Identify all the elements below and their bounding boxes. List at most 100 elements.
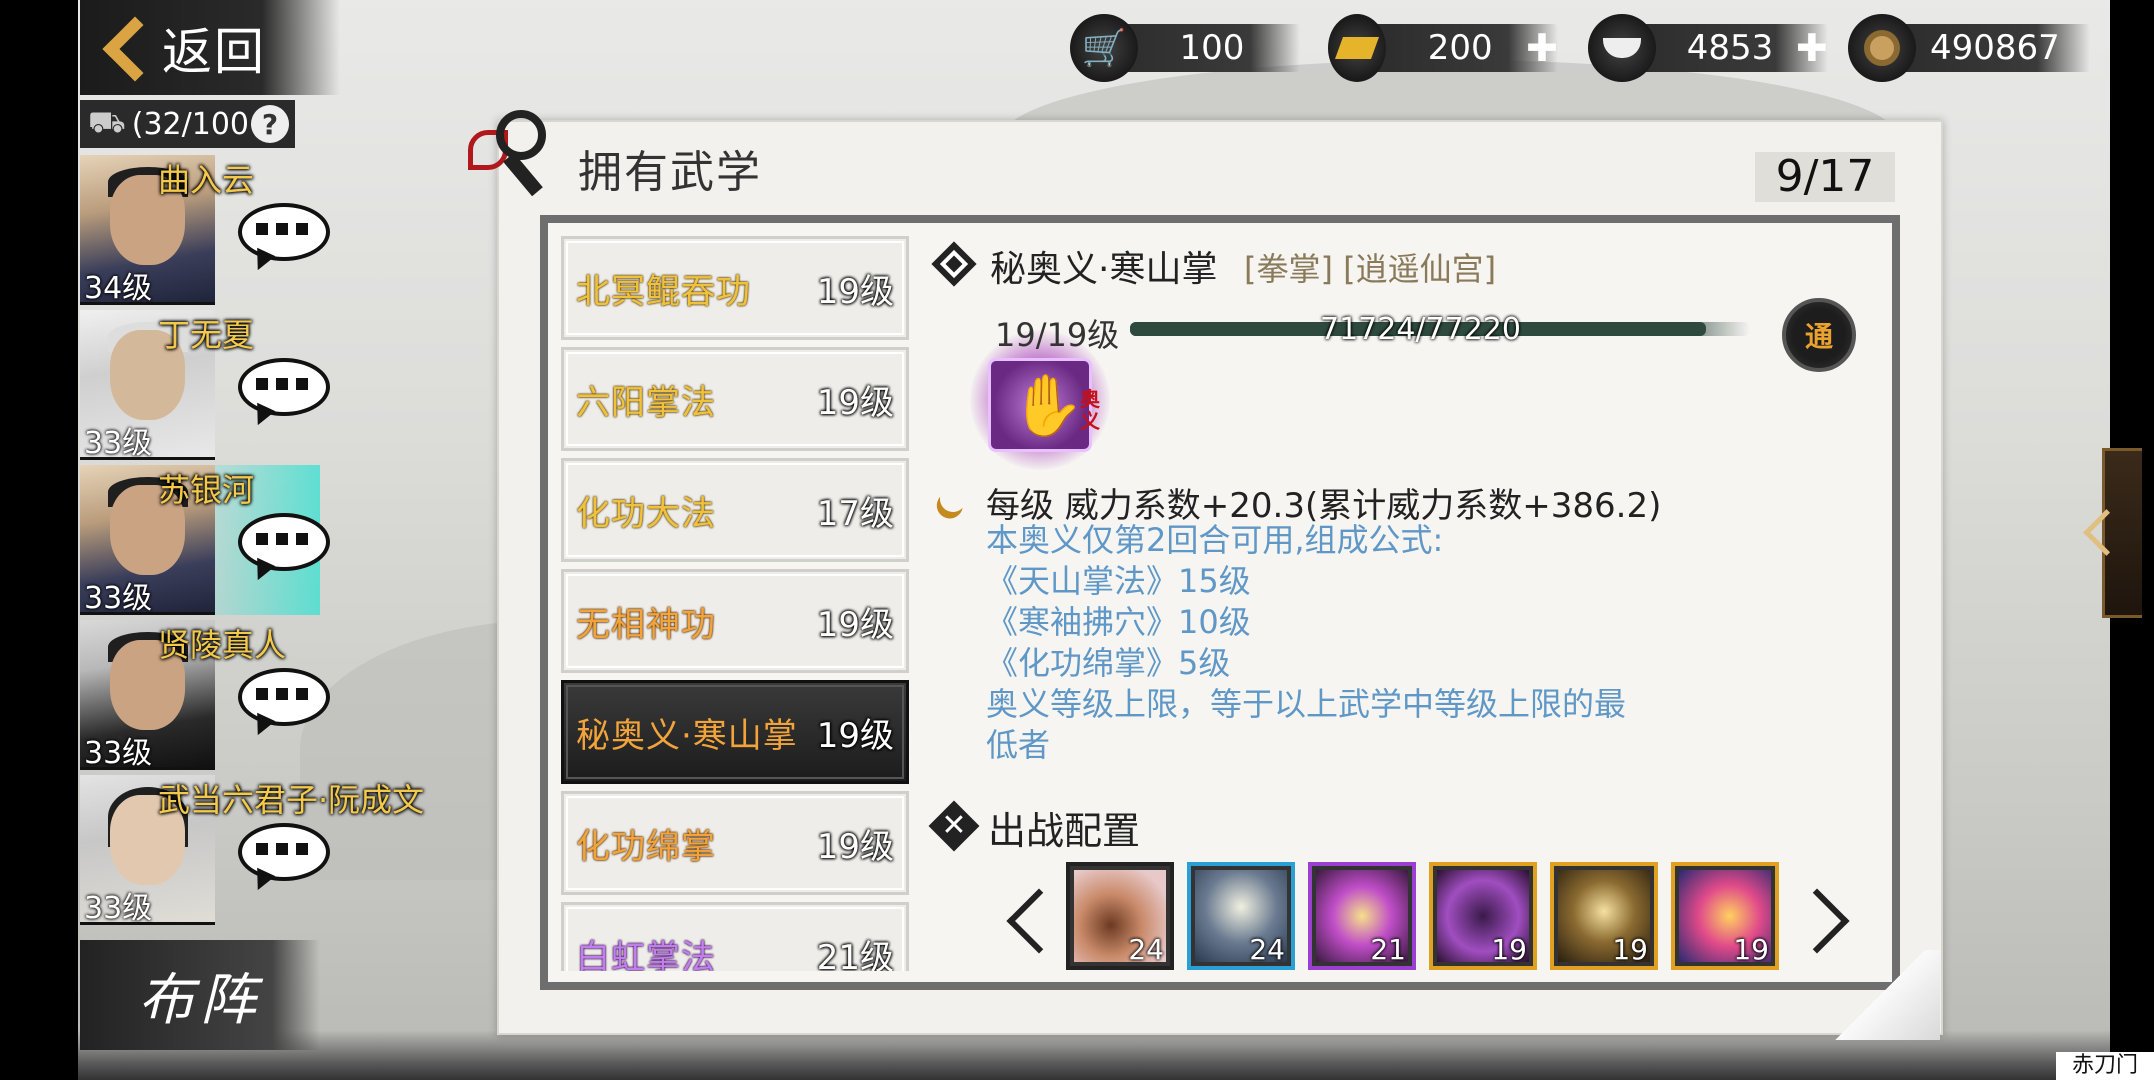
loadout-slot[interactable]: 24 <box>1066 862 1174 970</box>
skill-level: 19级 <box>816 715 894 756</box>
skill-list-item[interactable]: 北冥鲲吞功 19级 <box>561 236 909 340</box>
skill-level: 21级 <box>816 937 894 972</box>
skill-name: 北冥鲲吞功 <box>576 271 751 312</box>
loadout-slot[interactable]: 19 <box>1429 862 1537 970</box>
desc-line: 本奥义仅第2回合可用,组成公式: <box>986 521 1444 559</box>
desc-line: 《化功绵掌》5级 <box>986 644 1231 682</box>
cart-icon: 🛒 <box>1070 14 1138 82</box>
hero-level: 33级 <box>84 891 153 926</box>
skill-list-item-selected[interactable]: 秘奥义·寒山掌 19级 <box>561 680 909 784</box>
left-letterbox <box>0 0 78 1080</box>
slot-level: 19 <box>1491 933 1527 966</box>
skill-name: 秘奥义·寒山掌 <box>576 715 798 756</box>
resource-value: 100 <box>1179 28 1245 68</box>
page-curl-decoration <box>1820 950 1940 1040</box>
inventory-counter: ⛟ (32/100 ? <box>80 100 295 148</box>
back-arrow-icon <box>102 18 142 78</box>
back-button[interactable]: 返回 <box>80 0 340 95</box>
slot-level: 21 <box>1370 933 1406 966</box>
skill-name: 无相神功 <box>576 604 716 645</box>
bag-count: (32/100 <box>131 106 249 142</box>
resource-value: 4853 <box>1686 28 1774 68</box>
desc-line: 《寒袖拂穴》10级 <box>986 603 1251 641</box>
loadout-prev-button[interactable] <box>1004 880 1044 960</box>
resource-stamina: 🛒 100 <box>1070 14 1300 82</box>
skill-level: 19级 <box>816 604 894 645</box>
hero-card[interactable]: 曲入云 34级 <box>80 155 350 306</box>
loadout-slot[interactable]: 19 <box>1671 862 1779 970</box>
slot-level: 19 <box>1612 933 1648 966</box>
add-gold-button[interactable]: ✚ <box>1526 26 1558 70</box>
resource-coins: 490867 <box>1848 14 2090 82</box>
skill-tags: [拳掌] [逍遥仙宫] <box>1244 250 1497 288</box>
hero-name: 武当六君子·阮成文 <box>158 781 425 819</box>
ultimate-tag: 奥义 <box>1080 387 1100 433</box>
sect-label: 赤刀门 <box>2056 1052 2154 1080</box>
desc-line: 《天山掌法》15级 <box>986 562 1251 600</box>
skill-name: 化功绵掌 <box>576 826 716 867</box>
skill-list-item[interactable]: 无相神功 19级 <box>561 569 909 673</box>
desc-line: 奥义等级上限，等于以上武学中等级上限的最 <box>986 685 1627 723</box>
hero-level: 33级 <box>84 426 153 461</box>
help-icon[interactable]: ? <box>251 105 289 143</box>
skill-description: 本奥义仅第2回合可用,组成公式: 《天山掌法》15级 《寒袖拂穴》10级 《化功… <box>986 520 1746 766</box>
chat-bubble-icon[interactable] <box>238 358 330 430</box>
resource-value: 490867 <box>1930 28 2060 68</box>
xp-text: 71724/77220 <box>1320 312 1521 347</box>
hero-card[interactable]: 丁无夏 33级 <box>80 310 350 461</box>
loadout-slot[interactable]: 21 <box>1308 862 1416 970</box>
hero-name: 苏银河 <box>158 471 255 509</box>
chat-bubble-icon[interactable] <box>238 823 330 895</box>
skill-level: 19级 <box>816 271 894 312</box>
loadout-slot[interactable]: 19 <box>1550 862 1658 970</box>
silver-ingot-icon <box>1588 14 1656 82</box>
slot-level: 24 <box>1128 933 1164 966</box>
hero-name: 曲入云 <box>158 161 255 199</box>
chat-bubble-icon[interactable] <box>238 203 330 275</box>
skill-list-item[interactable]: 化功绵掌 19级 <box>561 791 909 895</box>
resource-value: 200 <box>1427 28 1493 68</box>
skill-title: 秘奥义·寒山掌 <box>990 249 1218 290</box>
hero-level: 34级 <box>84 271 153 306</box>
diamond-icon <box>930 240 978 288</box>
skill-level: 19级 <box>816 826 894 867</box>
resource-silver: 4853 ✚ <box>1588 14 1828 82</box>
skill-name: 六阳掌法 <box>576 382 716 423</box>
hero-card[interactable]: 武当六君子·阮成文 33级 <box>80 775 424 926</box>
skill-level: 17级 <box>816 493 894 534</box>
formation-button[interactable]: 布阵 <box>80 940 320 1050</box>
hero-card[interactable]: 贤陵真人 33级 <box>80 620 350 771</box>
copper-coin-icon <box>1848 14 1916 82</box>
bag-icon: ⛟ <box>88 104 126 140</box>
hero-card[interactable]: 苏银河 33级 <box>80 465 350 616</box>
slot-level: 19 <box>1733 933 1769 966</box>
gold-bar-icon <box>1328 14 1387 82</box>
dagger-icon <box>468 100 563 197</box>
skill-list[interactable]: 北冥鲲吞功 19级 六阳掌法 19级 化功大法 17级 无相神功 19级 秘奥义… <box>559 236 909 971</box>
skill-name: 化功大法 <box>576 493 716 534</box>
mastery-badge[interactable]: 通 <box>1782 298 1856 372</box>
drawer-arrow-icon[interactable] <box>2084 510 2108 554</box>
hero-name: 丁无夏 <box>158 316 255 354</box>
loadout-title: 出战配置 <box>988 809 1141 853</box>
add-silver-button[interactable]: ✚ <box>1796 26 1828 70</box>
skill-list-item[interactable]: 六阳掌法 19级 <box>561 347 909 451</box>
loadout-next-button[interactable] <box>1808 880 1848 960</box>
crossed-swords-icon: ✕ <box>928 800 980 852</box>
resource-gold: 200 ✚ <box>1328 14 1558 82</box>
skill-list-item[interactable]: 化功大法 17级 <box>561 458 909 562</box>
hero-level: 33级 <box>84 581 153 616</box>
skill-name: 白虹掌法 <box>576 937 716 972</box>
back-label: 返回 <box>162 22 266 81</box>
chat-bubble-icon[interactable] <box>238 668 330 740</box>
hero-level: 33级 <box>84 736 153 771</box>
slot-level: 24 <box>1249 933 1285 966</box>
hero-name: 贤陵真人 <box>158 626 287 664</box>
chat-bubble-icon[interactable] <box>238 513 330 585</box>
panel-title: 拥有武学 <box>578 147 762 198</box>
loadout-slot[interactable]: 24 <box>1187 862 1295 970</box>
skill-level-text: 19/19级 <box>995 316 1120 354</box>
skill-level: 19级 <box>816 382 894 423</box>
skill-list-item[interactable]: 白虹掌法 21级 <box>561 902 909 971</box>
desc-line: 低者 <box>986 726 1051 764</box>
